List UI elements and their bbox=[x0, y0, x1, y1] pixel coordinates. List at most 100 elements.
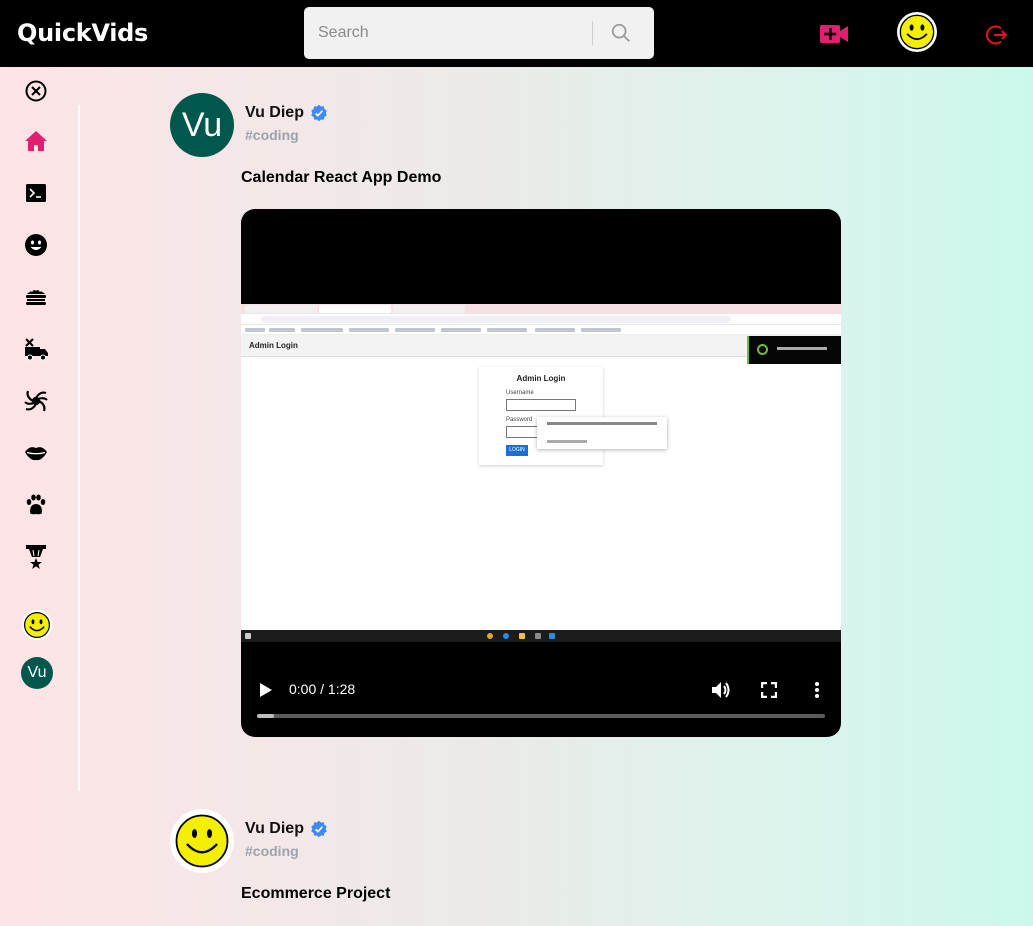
username-field bbox=[506, 399, 576, 411]
lips-icon bbox=[25, 447, 47, 461]
search-icon bbox=[611, 23, 630, 42]
sidebar-account-vu[interactable]: Vu bbox=[21, 657, 53, 689]
video-progress-bar[interactable] bbox=[257, 714, 825, 718]
author-name: Vu Diep bbox=[245, 104, 304, 121]
store-icon bbox=[535, 633, 541, 639]
logout-button[interactable] bbox=[984, 23, 1008, 47]
sidebar-divider bbox=[78, 105, 80, 791]
post-author-avatar[interactable]: Vu bbox=[170, 93, 234, 157]
verified-badge-icon bbox=[311, 104, 327, 122]
spiral-icon bbox=[24, 390, 48, 412]
recorded-bookmark bbox=[487, 328, 527, 332]
volume-button[interactable] bbox=[709, 678, 733, 702]
recorded-bookmark bbox=[395, 328, 435, 332]
video-player[interactable]: Admin Login Admin Login Username Passwor… bbox=[241, 209, 841, 737]
brand-logo[interactable]: QuickVids bbox=[17, 19, 148, 47]
food-truck-icon bbox=[25, 338, 48, 361]
sidebar-item-beauty[interactable] bbox=[21, 438, 51, 468]
recorded-bookmark bbox=[245, 328, 265, 332]
recorded-browser-tabs bbox=[241, 304, 841, 314]
sidebar-item-travel[interactable] bbox=[21, 334, 51, 364]
sidebar-item-animals[interactable] bbox=[21, 490, 51, 520]
autofill-line bbox=[547, 422, 657, 425]
recorded-tab bbox=[319, 305, 391, 313]
more-vertical-icon bbox=[815, 682, 819, 698]
post-topic[interactable]: #coding bbox=[245, 127, 299, 143]
smiley-face-icon bbox=[899, 14, 935, 50]
smiley-icon bbox=[25, 234, 47, 256]
video-progress-fill bbox=[257, 714, 275, 718]
recorded-bookmark bbox=[349, 328, 389, 332]
recorded-address-bar bbox=[241, 314, 841, 325]
video-controls: 0:00 / 1:28 bbox=[241, 671, 841, 737]
post-caption: Calendar React App Demo bbox=[241, 169, 442, 186]
fullscreen-icon bbox=[761, 682, 777, 698]
post-author[interactable]: Vu Diep bbox=[245, 104, 328, 122]
verified-badge-icon bbox=[311, 820, 327, 838]
play-icon bbox=[260, 683, 272, 697]
recorded-tab bbox=[393, 305, 465, 313]
search-bar bbox=[304, 7, 654, 59]
fullscreen-button[interactable] bbox=[757, 678, 781, 702]
food-icon bbox=[26, 289, 46, 305]
login-button: LOGIN bbox=[506, 445, 528, 456]
recorded-bookmark bbox=[301, 328, 343, 332]
author-name: Vu Diep bbox=[245, 820, 304, 837]
post-topic[interactable]: #coding bbox=[245, 843, 299, 859]
smiley-face-icon bbox=[21, 609, 53, 641]
avatar-initials: Vu bbox=[181, 105, 223, 144]
video-frame: Admin Login Admin Login Username Passwor… bbox=[241, 304, 841, 642]
recorded-bookmark bbox=[581, 328, 621, 332]
recorded-login-card: Admin Login Username Password LOGIN bbox=[479, 367, 603, 465]
volume-icon bbox=[712, 682, 730, 698]
logout-icon bbox=[986, 25, 1008, 45]
recorded-bookmark bbox=[441, 328, 481, 332]
sidebar-item-comedy[interactable] bbox=[21, 230, 51, 260]
post-author[interactable]: Vu Diep bbox=[245, 820, 328, 838]
sidebar-item-coding[interactable] bbox=[21, 178, 51, 208]
username-label: Username bbox=[506, 390, 534, 396]
search-divider bbox=[592, 21, 593, 45]
search-input[interactable] bbox=[304, 7, 592, 59]
recorded-page-title: Admin Login bbox=[249, 341, 298, 350]
recorded-autofill-popup bbox=[537, 417, 667, 449]
sidebar: Vu bbox=[0, 67, 80, 926]
account-initials: Vu bbox=[27, 664, 47, 681]
video-time: 0:00 / 1:28 bbox=[289, 681, 356, 697]
recorded-bookmark bbox=[535, 328, 575, 332]
user-avatar[interactable] bbox=[897, 12, 937, 52]
login-card-title: Admin Login bbox=[516, 374, 566, 383]
sidebar-account-smiley[interactable] bbox=[21, 609, 53, 641]
password-label: Password bbox=[506, 417, 533, 423]
chrome-icon bbox=[487, 633, 493, 639]
recorded-bookmark bbox=[269, 328, 295, 332]
recorded-taskbar bbox=[241, 630, 841, 642]
medal-icon bbox=[26, 545, 46, 569]
sidebar-item-food[interactable] bbox=[21, 282, 51, 312]
sidebar-item-home[interactable] bbox=[21, 126, 51, 156]
sidebar-item-dance[interactable] bbox=[21, 386, 51, 416]
sidebar-close-button[interactable] bbox=[21, 76, 51, 106]
vscode-icon bbox=[549, 633, 555, 639]
search-button[interactable] bbox=[604, 20, 638, 46]
edge-icon bbox=[503, 633, 509, 639]
folder-icon bbox=[519, 633, 525, 639]
autofill-line bbox=[547, 440, 587, 443]
recorded-bookmarks-bar bbox=[241, 325, 841, 335]
close-circle-icon bbox=[25, 80, 47, 102]
post-author-avatar[interactable] bbox=[170, 809, 234, 873]
home-icon bbox=[25, 131, 47, 151]
recorded-url-box bbox=[261, 316, 731, 323]
recording-dot-icon bbox=[757, 344, 768, 355]
start-icon bbox=[245, 633, 251, 639]
play-button[interactable] bbox=[255, 679, 277, 701]
terminal-icon bbox=[26, 184, 46, 202]
more-options-button[interactable] bbox=[805, 678, 829, 702]
paw-icon bbox=[26, 494, 46, 515]
sidebar-item-sports[interactable] bbox=[21, 542, 51, 572]
smiley-face-icon bbox=[175, 814, 229, 868]
recording-indicator bbox=[747, 336, 841, 364]
recording-text bbox=[777, 347, 827, 350]
upload-video-button[interactable] bbox=[819, 22, 849, 46]
video-plus-icon bbox=[820, 25, 848, 43]
